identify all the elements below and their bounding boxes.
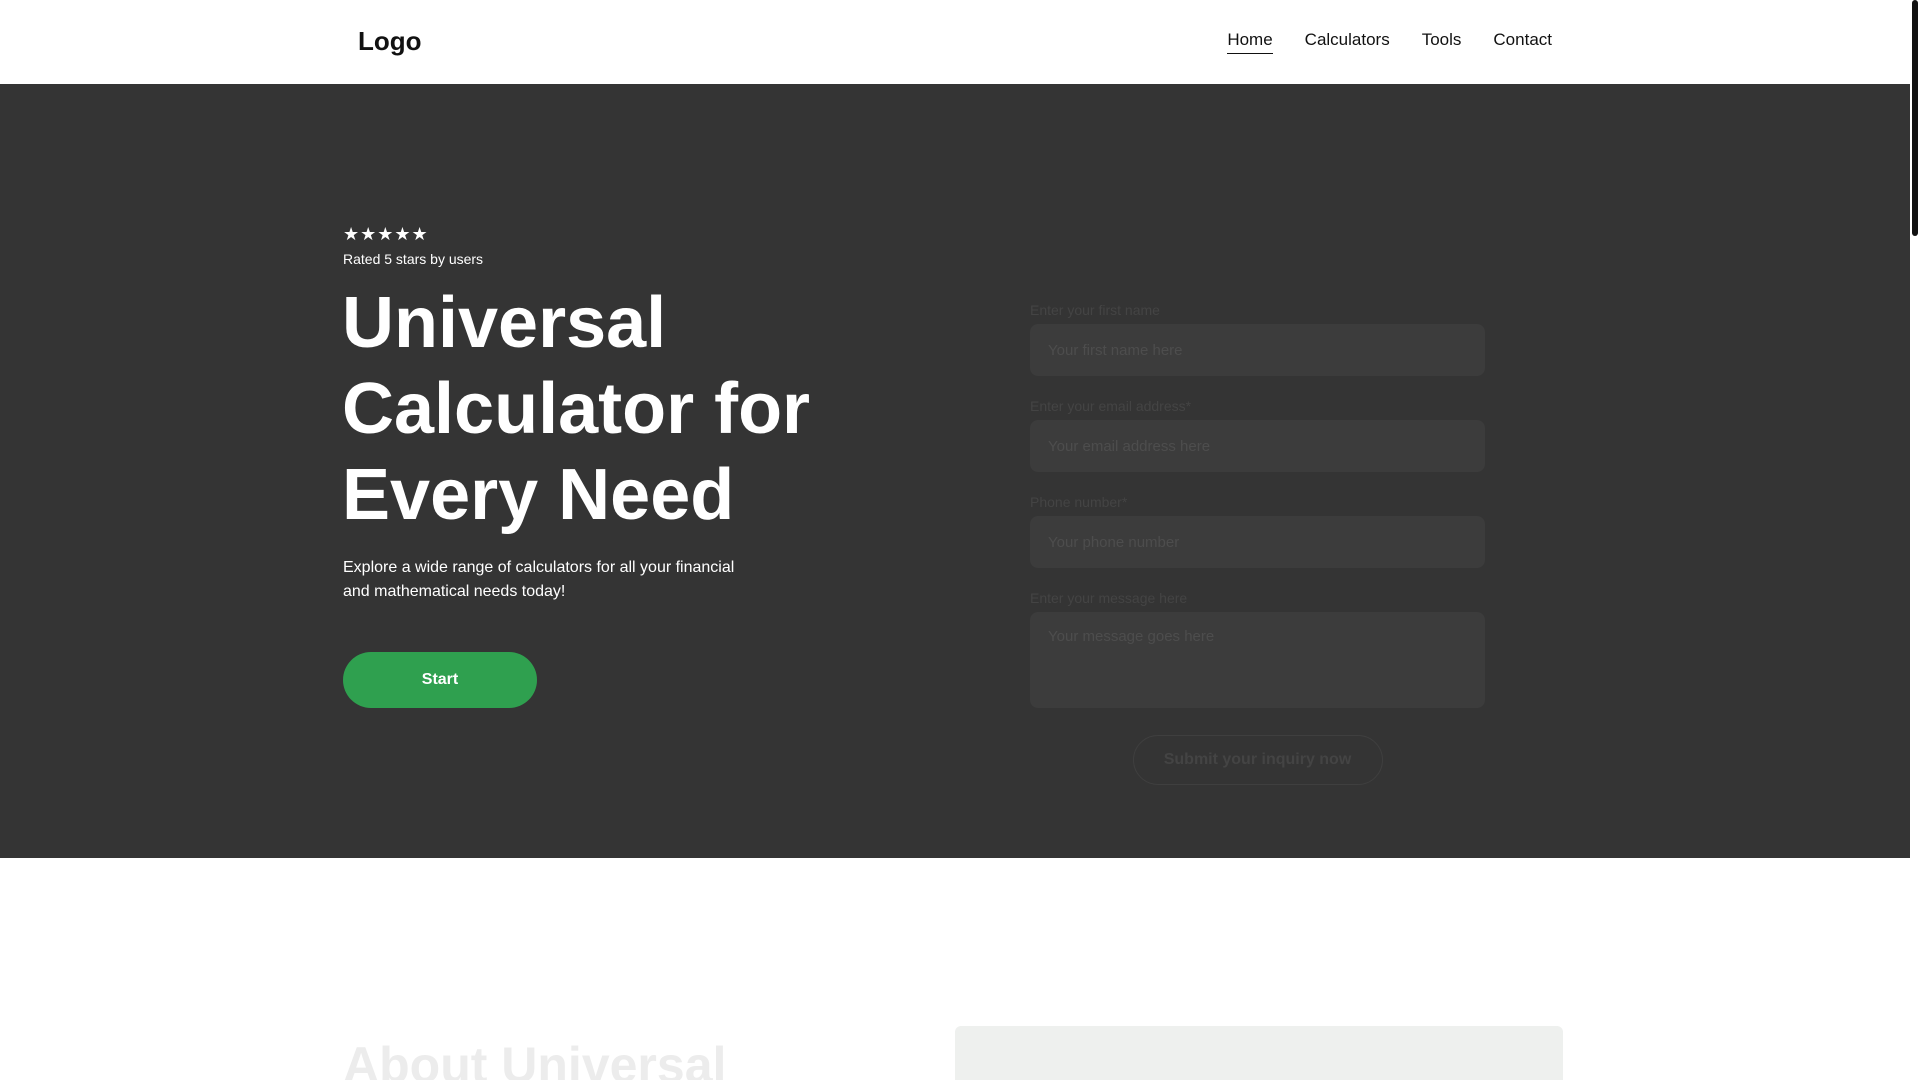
- message-textarea[interactable]: [1030, 612, 1485, 708]
- nav-home[interactable]: Home: [1227, 30, 1273, 54]
- first-name-input[interactable]: [1030, 324, 1485, 376]
- hero-title: Universal Calculator for Every Need: [342, 283, 811, 535]
- email-label: Enter your email address*: [1030, 398, 1192, 414]
- email-input[interactable]: [1030, 420, 1485, 472]
- logo[interactable]: Logo: [358, 26, 422, 57]
- inquiry-form: Enter your first name Enter your email a…: [1030, 302, 1485, 785]
- scrollbar-track[interactable]: [1910, 0, 1920, 1080]
- star-rating-icon: ★★★★★: [343, 224, 429, 244]
- nav-contact[interactable]: Contact: [1493, 30, 1552, 54]
- hero-section: ★★★★★ Rated 5 stars by users Universal C…: [0, 84, 1910, 858]
- phone-label: Phone number*: [1030, 494, 1128, 510]
- nav-calculators[interactable]: Calculators: [1305, 30, 1390, 54]
- site-header: Logo Home Calculators Tools Contact: [0, 0, 1910, 84]
- hero-subtitle: Explore a wide range of calculators for …: [343, 559, 735, 600]
- submit-button[interactable]: Submit your inquiry now: [1132, 735, 1383, 785]
- scrollbar-thumb[interactable]: [1912, 0, 1918, 236]
- rating-label: Rated 5 stars by users: [343, 251, 484, 267]
- main-nav: Home Calculators Tools Contact: [1227, 30, 1552, 54]
- phone-input[interactable]: [1030, 516, 1485, 568]
- first-name-label: Enter your first name: [1030, 302, 1160, 318]
- start-button[interactable]: Start: [343, 652, 537, 708]
- nav-tools[interactable]: Tools: [1422, 30, 1462, 54]
- about-image: [955, 1026, 1563, 1080]
- message-label: Enter your message here: [1030, 590, 1188, 606]
- about-title: About Universal: [343, 1037, 727, 1080]
